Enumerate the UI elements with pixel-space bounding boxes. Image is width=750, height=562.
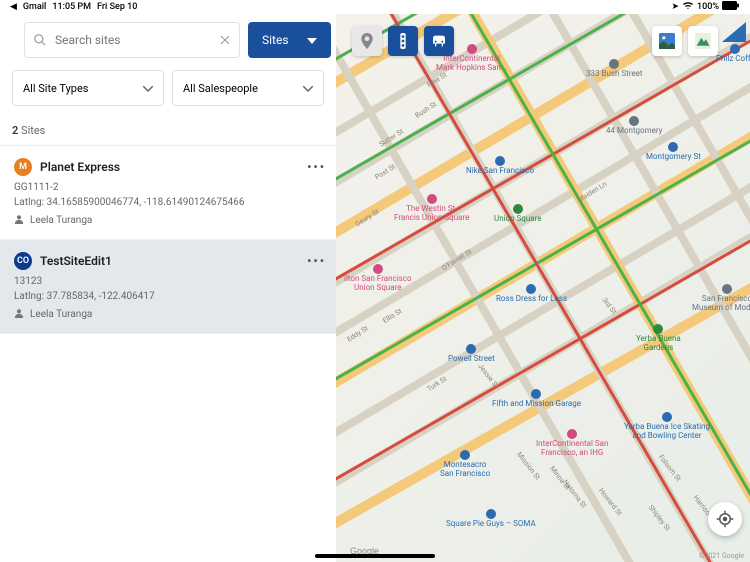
status-date: Fri Sep 10 — [97, 2, 137, 12]
map-poi[interactable]: ilton San FranciscoUnion Square — [344, 264, 412, 293]
sites-button-label: Sites — [262, 33, 289, 47]
sidebar: Sites All Site Types All Salespeople — [0, 14, 336, 562]
map-poi[interactable]: Nike San Francisco — [466, 156, 534, 176]
more-icon[interactable]: ••• — [307, 160, 326, 174]
map-poi[interactable]: Philz Coffe — [716, 44, 750, 64]
chevron-down-icon — [307, 33, 317, 47]
chevron-down-icon — [143, 82, 153, 95]
status-bar: ◀ Gmail 11:05 PM Fri Sep 10 ➤ 100% — [0, 0, 750, 14]
filter-site-types[interactable]: All Site Types — [12, 70, 164, 106]
site-avatar: M — [14, 158, 32, 176]
map-poi[interactable]: Fifth and Mission Garage — [492, 389, 581, 409]
chevron-down-icon — [303, 82, 313, 95]
transit-button[interactable] — [424, 26, 454, 56]
site-person: Leela Turanga — [30, 309, 92, 320]
site-name: Planet Express — [40, 160, 120, 174]
map-poi[interactable]: Powell Street — [448, 344, 495, 364]
layer-satellite-button[interactable] — [652, 26, 682, 56]
site-latlng: Latlng: 37.785834, -122.406417 — [14, 291, 322, 302]
map-poi[interactable]: The Westin St.Francis Union Square — [394, 194, 469, 223]
results-count: 2 Sites — [0, 116, 336, 146]
sites-dropdown-button[interactable]: Sites — [248, 22, 331, 58]
map-poi[interactable]: Square Pie Guys – SOMA — [446, 509, 536, 529]
more-icon[interactable]: ••• — [307, 254, 326, 268]
layer-terrain-button[interactable] — [688, 26, 718, 56]
back-app-label[interactable]: Gmail — [23, 2, 46, 12]
map-poi[interactable]: San FranciscoMuseum of Modern — [692, 284, 750, 313]
clear-icon[interactable] — [219, 34, 231, 46]
search-icon — [33, 33, 47, 47]
battery-icon — [722, 1, 740, 13]
map-poi[interactable]: Ross Dress for Less — [496, 284, 567, 304]
site-code: 13123 — [14, 276, 322, 287]
site-list: M Planet Express GG1111-2 Latlng: 34.165… — [0, 146, 336, 334]
locate-button[interactable] — [708, 502, 742, 536]
filter-site-types-label: All Site Types — [23, 82, 88, 95]
location-icon: ➤ — [671, 2, 679, 12]
wifi-icon — [682, 1, 694, 13]
filter-salespeople-label: All Salespeople — [183, 82, 258, 95]
status-time: 11:05 PM — [52, 2, 91, 12]
map-poi[interactable]: Montgomery St — [646, 142, 701, 162]
map-poi[interactable]: InterContinental SanFrancisco, an IHG — [536, 429, 608, 458]
site-name: TestSiteEdit1 — [40, 254, 112, 268]
search-box[interactable] — [24, 22, 240, 58]
map-poi[interactable]: Yerba BuenaGardens — [636, 324, 681, 353]
map-pin-button[interactable] — [352, 26, 382, 56]
site-code: GG1111-2 — [14, 182, 322, 193]
battery-percent: 100% — [697, 2, 719, 12]
map-poi[interactable]: MontesacroSan Francisco — [440, 450, 490, 479]
map[interactable]: InterContinentalMark Hopkins San...333 B… — [336, 14, 750, 562]
map-poi[interactable]: Yerba Buena Ice Skatingand Bowling Cente… — [624, 412, 710, 441]
corner-indicator — [722, 22, 746, 42]
site-card[interactable]: CO TestSiteEdit1 13123 Latlng: 37.785834… — [0, 240, 336, 334]
back-arrow-icon[interactable]: ◀ — [10, 2, 17, 12]
person-icon — [14, 214, 24, 227]
map-poi[interactable]: 44 Montgomery — [606, 116, 662, 136]
traffic-button[interactable] — [388, 26, 418, 56]
site-avatar: CO — [14, 252, 32, 270]
site-person: Leela Turanga — [30, 215, 92, 226]
person-icon — [14, 308, 24, 321]
map-attribution: ©2021 Google — [699, 552, 744, 560]
search-input[interactable] — [55, 33, 211, 47]
home-indicator[interactable] — [315, 554, 435, 558]
count-label: Sites — [21, 124, 45, 137]
menu-icon[interactable] — [8, 28, 16, 52]
map-poi[interactable]: Union Square — [494, 204, 541, 224]
count-number: 2 — [12, 124, 18, 137]
site-latlng: Latlng: 34.16585900046774, -118.61490124… — [14, 197, 322, 208]
site-card[interactable]: M Planet Express GG1111-2 Latlng: 34.165… — [0, 146, 336, 240]
map-poi[interactable]: 333 Bush Street — [586, 59, 643, 79]
filter-salespeople[interactable]: All Salespeople — [172, 70, 324, 106]
